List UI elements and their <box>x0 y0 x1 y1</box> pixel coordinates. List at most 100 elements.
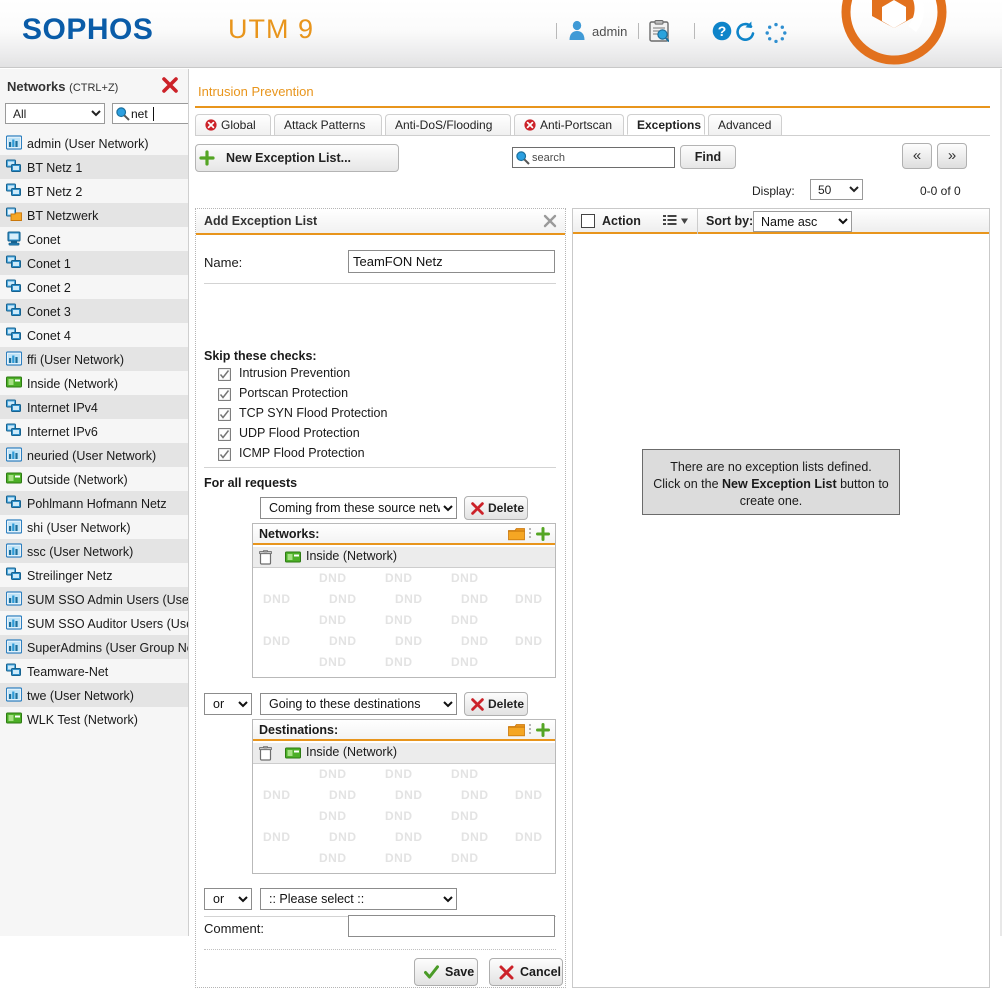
network-group-icon <box>6 567 21 581</box>
sort-by-select[interactable]: Name asc <box>753 211 852 232</box>
dnd-hint: DND <box>451 571 479 585</box>
destinations-dropbox[interactable]: Destinations: Inside (Network) DND DND D… <box>252 719 556 874</box>
network-object-label: neuried (User Network) <box>27 448 157 463</box>
network-object-item[interactable]: ffi (User Network) <box>0 347 188 371</box>
tab-attack-patterns[interactable]: Attack Patterns <box>274 114 382 135</box>
checkbox-checked-icon[interactable] <box>218 448 231 461</box>
network-object-item[interactable]: Internet IPv6 <box>0 419 188 443</box>
rule1-delete-button[interactable]: Delete <box>464 496 528 520</box>
divider-4 <box>204 949 556 950</box>
network-object-item[interactable]: Outside (Network) <box>0 467 188 491</box>
networks-entry-row[interactable]: Inside (Network) <box>253 547 555 568</box>
next-page-button[interactable]: » <box>937 143 967 169</box>
name-input[interactable] <box>348 250 555 273</box>
dnd-hint: DND <box>451 655 479 669</box>
save-button[interactable]: Save <box>414 958 478 986</box>
grip-dots-icon <box>529 528 531 538</box>
tab-advanced[interactable]: Advanced <box>708 114 782 135</box>
user-network-icon <box>6 543 22 558</box>
dnd-hint: DND <box>515 830 543 844</box>
save-label: Save <box>445 965 475 979</box>
dnd-hint: DND <box>329 592 357 606</box>
new-exception-list-button[interactable]: New Exception List... <box>195 144 399 172</box>
dnd-hint: DND <box>263 830 291 844</box>
close-icon[interactable] <box>543 214 557 228</box>
display-count-select[interactable]: 50 <box>810 179 863 200</box>
select-all-checkbox[interactable] <box>581 214 595 228</box>
network-group-icon <box>6 159 21 173</box>
network-object-item[interactable]: BT Netz 1 <box>0 155 188 179</box>
network-object-label: Conet 2 <box>27 280 71 295</box>
close-icon[interactable] <box>161 76 179 94</box>
network-object-item[interactable]: SuperAdmins (User Group Ne <box>0 635 188 659</box>
rule2-condition-select[interactable]: Going to these destinations <box>260 693 457 715</box>
checkbox-checked-icon[interactable] <box>218 428 231 441</box>
find-button[interactable]: Find <box>680 145 736 169</box>
network-object-item[interactable]: twe (User Network) <box>0 683 188 707</box>
dnd-hint: DND <box>329 788 357 802</box>
network-object-list[interactable]: admin (User Network) BT Netz 1 BT Netz 2 BT… <box>0 131 188 931</box>
network-group-icon <box>6 495 21 509</box>
cancel-x-icon <box>499 965 514 980</box>
sidebar-type-filter[interactable]: All <box>5 103 105 124</box>
trash-icon[interactable] <box>259 550 272 565</box>
network-object-item[interactable]: Conet 3 <box>0 299 188 323</box>
checkbox-checked-icon[interactable] <box>218 368 231 381</box>
network-object-item[interactable]: Inside (Network) <box>0 371 188 395</box>
network-object-item[interactable]: Conet <box>0 227 188 251</box>
tab-anti-portscan[interactable]: Anti-Portscan <box>514 114 624 135</box>
reload-icon[interactable] <box>726 21 764 41</box>
network-object-item[interactable]: Teamware-Net <box>0 659 188 683</box>
network-object-item[interactable]: BT Netz 2 <box>0 179 188 203</box>
network-object-item[interactable]: admin (User Network) <box>0 131 188 155</box>
network-object-item[interactable]: WLK Test (Network) <box>0 707 188 731</box>
search-input[interactable]: search <box>512 147 675 168</box>
network-object-item[interactable]: BT Netzwerk <box>0 203 188 227</box>
checkbox-checked-icon[interactable] <box>218 388 231 401</box>
checkbox-checked-icon[interactable] <box>218 408 231 421</box>
network-object-item[interactable]: Streilinger Netz <box>0 563 188 587</box>
rule2-delete-label: Delete <box>488 697 525 711</box>
plus-icon[interactable] <box>536 723 550 737</box>
action-menu-icon[interactable] <box>663 214 689 228</box>
comment-label: Comment: <box>204 921 264 936</box>
destinations-entry-row[interactable]: Inside (Network) <box>253 743 555 764</box>
network-object-item[interactable]: SUM SSO Admin Users (User <box>0 587 188 611</box>
cancel-button[interactable]: Cancel <box>489 958 563 986</box>
user-network-icon <box>6 639 22 654</box>
network-object-item[interactable]: Conet 2 <box>0 275 188 299</box>
grip-dots-icon <box>529 724 531 734</box>
header-username: admin <box>592 24 628 39</box>
tab-exceptions[interactable]: Exceptions <box>627 114 705 135</box>
folder-icon[interactable] <box>508 723 525 737</box>
tab-label: Attack Patterns <box>284 118 366 132</box>
rule1-condition-select[interactable]: Coming from these source netw <box>260 497 457 519</box>
networks-dropbox[interactable]: Networks: Inside (Network) DND DND DND D… <box>252 523 556 678</box>
network-object-item[interactable]: shi (User Network) <box>0 515 188 539</box>
rule2-joiner-select[interactable]: or <box>204 693 252 715</box>
rule2-delete-button[interactable]: Delete <box>464 692 528 716</box>
prev-page-button[interactable]: « <box>902 143 932 169</box>
network-group-icon <box>6 183 21 197</box>
sidebar-search-input[interactable]: net <box>112 103 188 124</box>
app-header: SOPHOS UTM 9 admin ? <box>0 0 1002 68</box>
dnd-hint: DND <box>385 571 413 585</box>
tab-global[interactable]: Global <box>195 114 271 135</box>
network-object-item[interactable]: Conet 1 <box>0 251 188 275</box>
tab-anti-dos-flooding[interactable]: Anti-DoS/Flooding <box>385 114 511 135</box>
rule3-condition-select[interactable]: :: Please select :: <box>260 888 457 910</box>
user-network-icon <box>6 615 22 630</box>
network-object-item[interactable]: Pohlmann Hofmann Netz <box>0 491 188 515</box>
network-object-item[interactable]: Internet IPv4 <box>0 395 188 419</box>
trash-icon[interactable] <box>259 746 272 761</box>
rule3-joiner-select[interactable]: or <box>204 888 252 910</box>
plus-icon[interactable] <box>536 527 550 541</box>
folder-icon[interactable] <box>508 527 525 541</box>
network-object-item[interactable]: neuried (User Network) <box>0 443 188 467</box>
network-object-item[interactable]: ssc (User Network) <box>0 539 188 563</box>
comment-input[interactable] <box>348 915 555 937</box>
clipboard-search-icon[interactable] <box>649 20 669 42</box>
network-object-label: Inside (Network) <box>27 376 118 391</box>
network-object-item[interactable]: Conet 4 <box>0 323 188 347</box>
network-object-item[interactable]: SUM SSO Auditor Users (Use <box>0 611 188 635</box>
